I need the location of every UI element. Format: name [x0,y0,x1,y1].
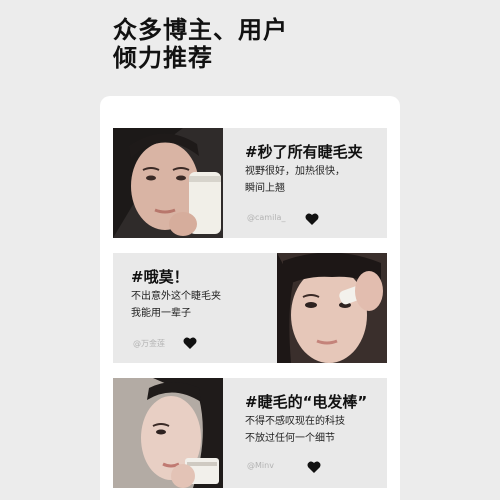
heart-icon[interactable] [183,337,197,349]
review-photo [113,378,223,488]
headline-line-2: 倾力推荐 [113,44,213,72]
review-desc-line: 不出意外这个睫毛夹 [131,291,221,302]
review-author-handle[interactable]: @万金莲 [133,338,165,349]
review-desc-line: 瞬间上翘 [245,183,285,194]
review-photo [277,253,387,363]
review-text: #哦莫！ 不出意外这个睫毛夹 我能用一辈子 @万金莲 [113,253,277,363]
review-desc-line: 不放过任何一个细节 [245,433,335,444]
review-author-handle[interactable]: @camila_ [247,213,285,222]
page-headline: 众多博主、用户 倾力推荐 [113,16,288,72]
review-desc-line: 不得不感叹现在的科技 [245,416,345,427]
review-author-handle[interactable]: @Minv [247,461,274,470]
headline-line-1: 众多博主、用户 [113,16,288,44]
review-text: #秒了所有睫毛夹 视野很好，加热很快， 瞬间上翘 @camila_ [223,128,387,238]
review-card[interactable]: #睫毛的“电发棒” 不得不感叹现在的科技 不放过任何一个细节 @Minv [113,378,387,488]
review-photo [113,128,223,238]
review-title: #秒了所有睫毛夹 [245,143,363,161]
review-card[interactable]: #哦莫！ 不出意外这个睫毛夹 我能用一辈子 @万金莲 [113,253,387,363]
review-text: #睫毛的“电发棒” 不得不感叹现在的科技 不放过任何一个细节 @Minv [223,378,387,488]
review-title: #睫毛的“电发棒” [245,393,368,411]
heart-icon[interactable] [305,213,319,225]
review-desc-line: 视野很好，加热很快， [245,166,345,177]
review-card[interactable]: #秒了所有睫毛夹 视野很好，加热很快， 瞬间上翘 @camila_ [113,128,387,238]
review-title: #哦莫！ [131,268,189,286]
heart-icon[interactable] [307,461,321,473]
review-desc-line: 我能用一辈子 [131,308,191,319]
